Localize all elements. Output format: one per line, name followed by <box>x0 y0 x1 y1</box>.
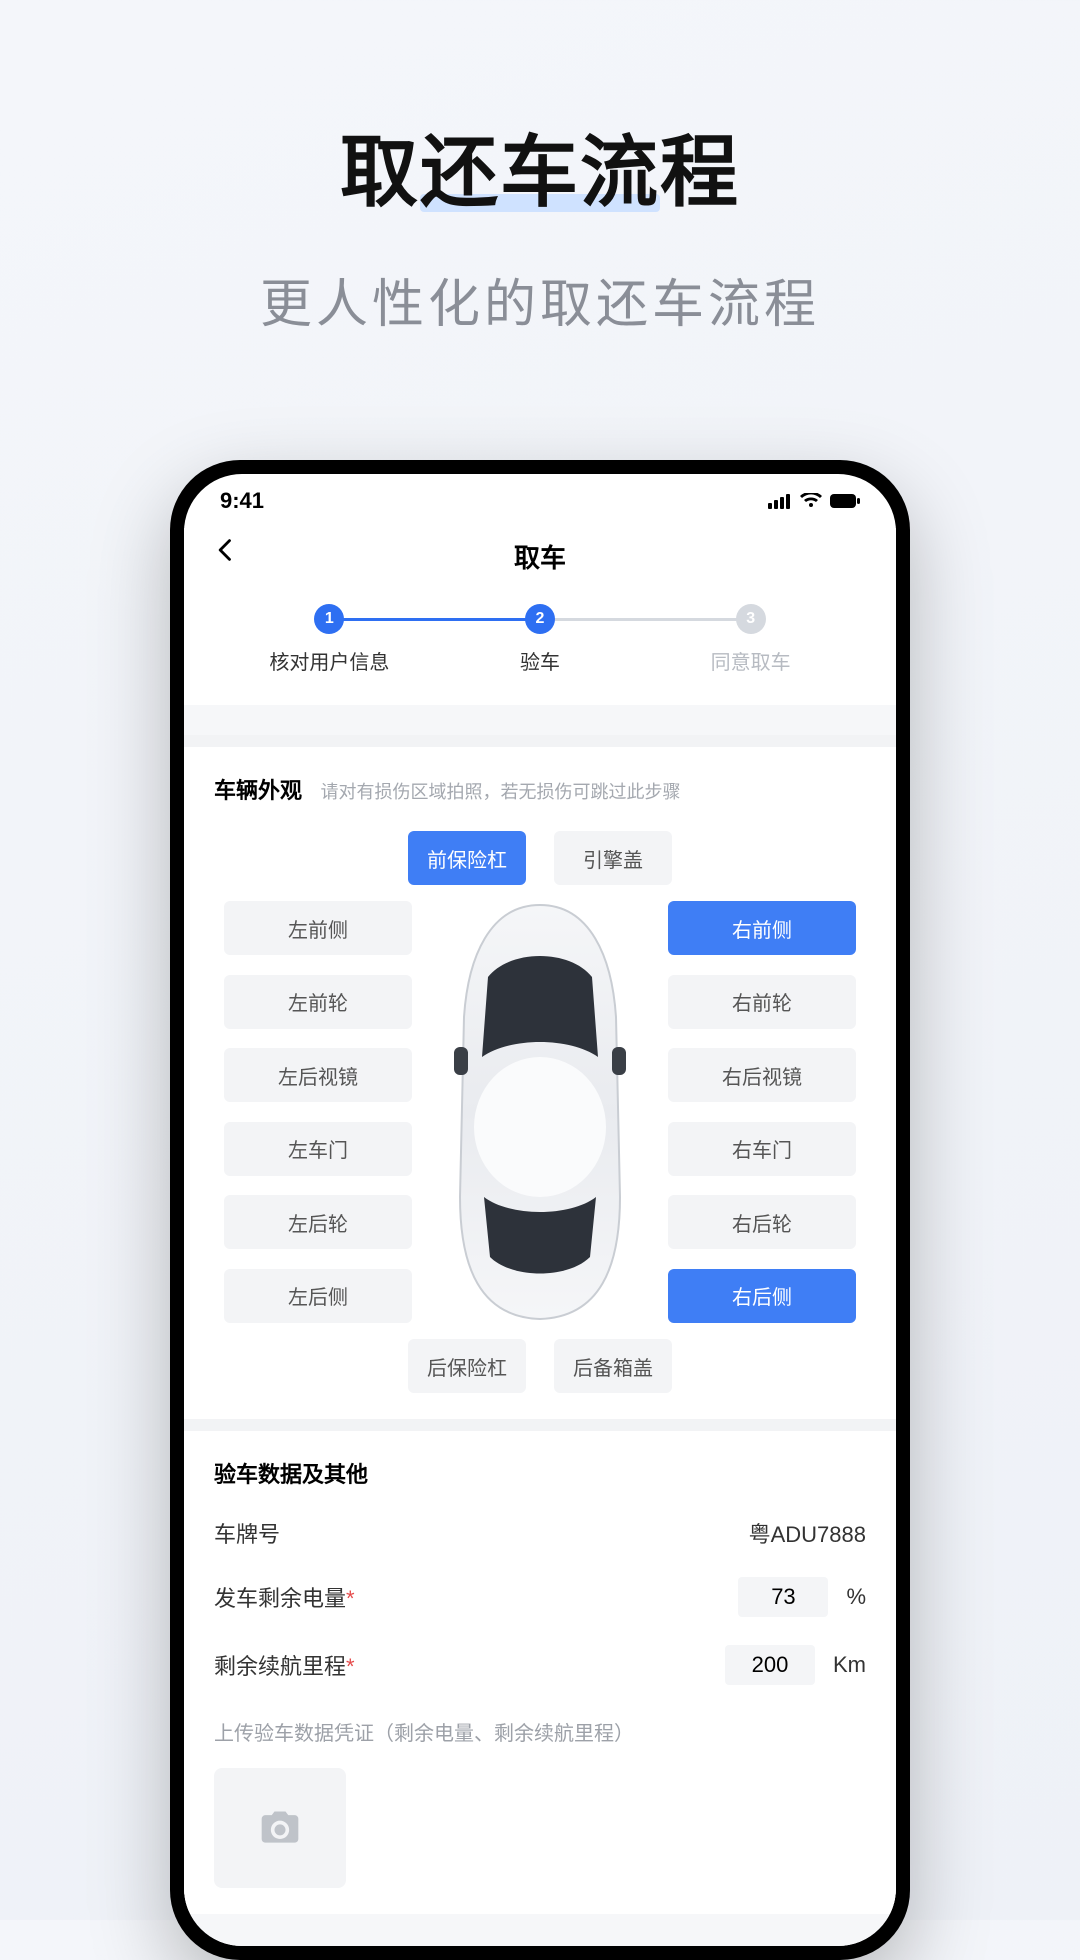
row-range: 剩余续航里程* 200 Km <box>214 1645 866 1685</box>
part-left-rear-side[interactable]: 左后侧 <box>224 1269 412 1323</box>
part-rear-bumper[interactable]: 后保险杠 <box>408 1339 526 1393</box>
part-hood[interactable]: 引擎盖 <box>554 831 672 885</box>
car-top-view-icon <box>430 897 650 1327</box>
step-1-circle: 1 <box>314 604 344 634</box>
step-1[interactable]: 1 核对用户信息 <box>224 604 435 675</box>
step-2[interactable]: 2 验车 <box>435 604 646 675</box>
part-right-rear-wheel[interactable]: 右后轮 <box>668 1195 856 1249</box>
inspection-title: 验车数据及其他 <box>214 1462 368 1487</box>
plate-value: 粤ADU7888 <box>749 1517 866 1549</box>
hero-title: 取还车流程 <box>340 110 740 222</box>
step-3-label: 同意取车 <box>711 646 791 675</box>
chevron-left-icon <box>212 536 240 564</box>
hero-subtitle: 更人性化的取还车流程 <box>0 262 1080 337</box>
phone-frame: 9:41 取车 1 核 <box>170 460 910 1960</box>
exterior-hint: 请对有损伤区域拍照，若无损伤可跳过此步骤 <box>320 782 680 802</box>
page-title: 取车 <box>514 538 566 575</box>
row-plate: 车牌号 粤ADU7888 <box>214 1517 866 1549</box>
back-button[interactable] <box>212 536 240 564</box>
part-right-mirror[interactable]: 右后视镜 <box>668 1048 856 1102</box>
battery-label: 发车剩余电量* <box>214 1581 355 1613</box>
camera-icon <box>258 1806 302 1850</box>
status-bar: 9:41 <box>184 474 896 528</box>
exterior-title: 车辆外观 <box>214 778 302 803</box>
range-label: 剩余续航里程* <box>214 1649 355 1681</box>
range-unit: Km <box>833 1652 866 1678</box>
part-right-front-wheel[interactable]: 右前轮 <box>668 975 856 1029</box>
plate-label: 车牌号 <box>214 1517 280 1549</box>
phone-screen: 9:41 取车 1 核 <box>184 474 896 1946</box>
part-trunk[interactable]: 后备箱盖 <box>554 1339 672 1393</box>
nav-bar: 取车 <box>184 528 896 584</box>
part-right-front-side[interactable]: 右前侧 <box>668 901 856 955</box>
status-indicators <box>768 493 860 509</box>
car-diagram: 前保险杠 引擎盖 左前侧 左前轮 左后视镜 左车门 左后轮 左后侧 <box>224 831 856 1393</box>
upload-caption: 上传验车数据凭证（剩余电量、剩余续航里程） <box>214 1717 866 1746</box>
part-left-mirror[interactable]: 左后视镜 <box>224 1048 412 1102</box>
step-3[interactable]: 3 同意取车 <box>645 604 856 675</box>
wifi-icon <box>800 493 822 509</box>
step-3-circle: 3 <box>736 604 766 634</box>
part-left-door[interactable]: 左车门 <box>224 1122 412 1176</box>
battery-input[interactable]: 73 <box>738 1577 828 1617</box>
part-left-front-side[interactable]: 左前侧 <box>224 901 412 955</box>
battery-unit: % <box>846 1584 866 1610</box>
part-front-bumper[interactable]: 前保险杠 <box>408 831 526 885</box>
step-1-label: 核对用户信息 <box>269 646 389 675</box>
row-battery: 发车剩余电量* 73 % <box>214 1577 866 1617</box>
range-input[interactable]: 200 <box>725 1645 815 1685</box>
part-left-rear-wheel[interactable]: 左后轮 <box>224 1195 412 1249</box>
exterior-section: 车辆外观 请对有损伤区域拍照，若无损伤可跳过此步骤 前保险杠 引擎盖 左前侧 左… <box>184 735 896 1419</box>
step-2-circle: 2 <box>525 604 555 634</box>
inspection-data-section: 验车数据及其他 车牌号 粤ADU7888 发车剩余电量* 73 % 剩余续航里程… <box>184 1419 896 1914</box>
part-left-front-wheel[interactable]: 左前轮 <box>224 975 412 1029</box>
part-right-rear-side[interactable]: 右后侧 <box>668 1269 856 1323</box>
part-right-door[interactable]: 右车门 <box>668 1122 856 1176</box>
battery-icon <box>830 493 860 509</box>
progress-stepper: 1 核对用户信息 2 验车 3 同意取车 <box>224 604 856 675</box>
cellular-icon <box>768 493 792 509</box>
step-2-label: 验车 <box>520 646 560 675</box>
upload-photo-button[interactable] <box>214 1768 346 1888</box>
status-time: 9:41 <box>220 488 264 514</box>
